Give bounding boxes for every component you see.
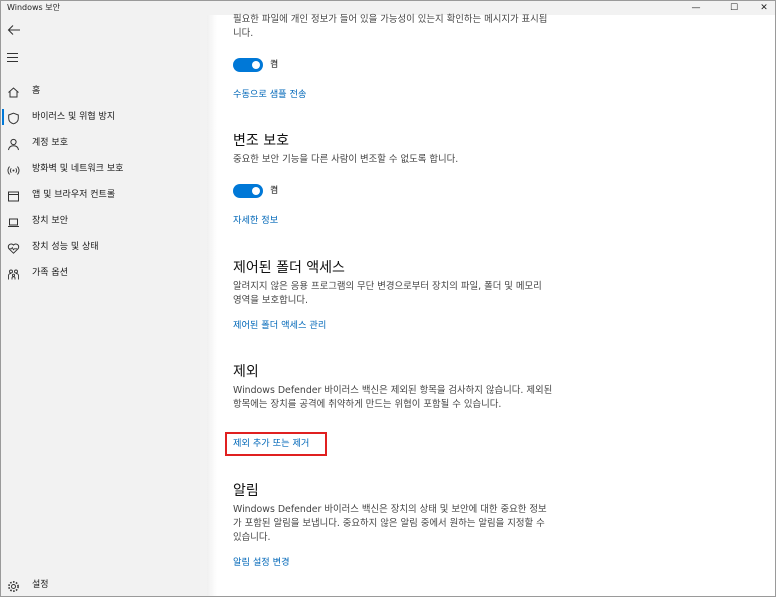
manage-controlled-folder-link[interactable]: 제어된 폴더 액세스 관리 xyxy=(233,320,326,332)
sidebar-item-label: 계정 보호 xyxy=(32,138,68,148)
sidebar-item-device-performance[interactable]: 장치 성능 및 상태 xyxy=(1,236,207,258)
back-arrow-icon[interactable] xyxy=(7,22,21,36)
toggle-knob xyxy=(252,187,260,195)
sidebar-item-account-protection[interactable]: 계정 보호 xyxy=(1,132,207,154)
cloud-sample-description: 필요한 파일에 개인 정보가 들어 있을 가능성이 있는지 확인하는 메시지가 … xyxy=(233,14,548,39)
sidebar-item-home[interactable]: 홈 xyxy=(1,80,207,102)
add-remove-exclusions-link[interactable]: 제외 추가 또는 제거 xyxy=(233,438,309,450)
sidebar-item-label: 방화벽 및 네트워크 보호 xyxy=(32,164,124,174)
sidebar xyxy=(1,15,207,596)
sidebar-item-label: 바이러스 및 위협 방지 xyxy=(32,112,116,122)
sidebar-item-label: 홈 xyxy=(32,86,41,96)
cloud-sample-toggle[interactable] xyxy=(233,58,263,72)
hamburger-menu-icon[interactable] xyxy=(7,53,19,65)
sidebar-item-label: 장치 성능 및 상태 xyxy=(32,242,99,252)
exclusions-heading: 제외 xyxy=(233,364,259,380)
wifi-icon xyxy=(7,162,20,175)
sidebar-item-label: 앱 및 브라우저 컨트롤 xyxy=(32,190,116,200)
notifications-heading: 알림 xyxy=(233,483,259,499)
sidebar-item-virus-protection[interactable]: 바이러스 및 위협 방지 xyxy=(1,106,207,128)
tamper-protection-description: 중요한 보안 기능을 다른 사람이 변조할 수 없도록 합니다. xyxy=(233,154,459,165)
sidebar-item-app-browser-control[interactable]: 앱 및 브라우저 컨트롤 xyxy=(1,184,207,206)
sidebar-divider xyxy=(207,15,217,596)
sidebar-item-settings[interactable]: 설정 xyxy=(1,574,207,596)
tamper-protection-heading: 변조 보호 xyxy=(233,133,289,149)
sidebar-item-label: 장치 보안 xyxy=(32,216,68,226)
sidebar-item-label: 설정 xyxy=(32,580,49,590)
tamper-protection-toggle-state: 켬 xyxy=(270,186,279,196)
app-title: Windows 보안 xyxy=(7,3,60,12)
controlled-folder-heading: 제어된 폴더 액세스 xyxy=(233,260,345,276)
person-icon xyxy=(7,136,20,151)
tamper-protection-toggle[interactable] xyxy=(233,184,263,198)
minimize-button[interactable]: — xyxy=(681,1,711,15)
exclusions-description: Windows Defender 바이러스 백신은 제외된 항목을 검사하지 않… xyxy=(233,385,553,410)
heart-icon xyxy=(7,240,20,254)
app-window-icon xyxy=(7,188,20,202)
windows-security-window: Windows 보안 — ☐ ✕ 홈 바이러스 및 위협 방지 계정 보호 방화… xyxy=(0,0,776,597)
controlled-folder-description: 알려지지 않은 응용 프로그램의 무단 변경으로부터 장치의 파일, 폴더 및 … xyxy=(233,281,542,306)
close-button[interactable]: ✕ xyxy=(749,1,776,15)
gear-icon xyxy=(7,578,20,592)
home-icon xyxy=(7,84,20,98)
change-notification-settings-link[interactable]: 알림 설정 변경 xyxy=(233,557,290,569)
family-icon xyxy=(7,266,20,280)
learn-more-link[interactable]: 자세한 정보 xyxy=(233,215,278,227)
sidebar-item-firewall[interactable]: 방화벽 및 네트워크 보호 xyxy=(1,158,207,180)
laptop-icon xyxy=(7,214,20,227)
active-indicator xyxy=(2,109,4,125)
sidebar-item-family-options[interactable]: 가족 옵션 xyxy=(1,262,207,284)
notifications-description: Windows Defender 바이러스 백신은 장치의 상태 및 보안에 대… xyxy=(233,504,547,543)
toggle-knob xyxy=(252,61,260,69)
manual-sample-submit-link[interactable]: 수동으로 샘플 전송 xyxy=(233,89,306,101)
sidebar-item-device-security[interactable]: 장치 보안 xyxy=(1,210,207,232)
shield-icon xyxy=(7,110,20,125)
maximize-button[interactable]: ☐ xyxy=(719,1,749,15)
sidebar-item-label: 가족 옵션 xyxy=(32,268,68,278)
cloud-sample-toggle-state: 켬 xyxy=(270,60,279,70)
